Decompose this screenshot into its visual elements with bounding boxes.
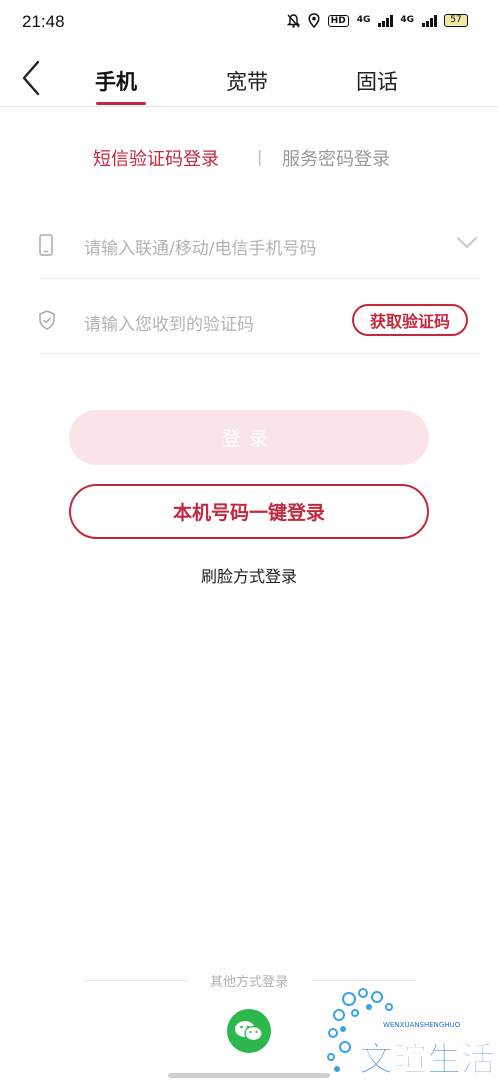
phone-field-underline <box>40 278 480 279</box>
login-button[interactable]: 登录 <box>69 410 429 465</box>
sms-login-option[interactable]: 短信验证码登录 <box>93 145 219 171</box>
watermark-logo: WENXUANSHENGHUO 文暄生活 <box>325 985 496 1081</box>
code-input[interactable]: 请输入您收到的验证码 <box>84 310 254 335</box>
network-label-2: 4G <box>400 15 414 25</box>
back-button[interactable] <box>18 58 48 98</box>
status-bar: 21:48 HD 4G 4G 57 <box>0 0 498 44</box>
nav-divider <box>0 106 498 107</box>
watermark-sub: WENXUANSHENGHUO <box>383 1021 461 1029</box>
hd-badge: HD <box>327 14 349 27</box>
tab-landline[interactable]: 固话 <box>356 66 398 96</box>
one-key-login-button[interactable]: 本机号码一键登录 <box>69 484 429 539</box>
chevron-left-icon <box>22 60 40 96</box>
signal-bars-icon-2 <box>422 14 437 27</box>
phone-icon <box>39 234 53 256</box>
wechat-icon <box>235 1021 263 1042</box>
password-login-option[interactable]: 服务密码登录 <box>282 145 390 171</box>
bubbles-icon: WENXUANSHENGHUO 文暄生活 <box>327 988 496 1081</box>
chevron-down-icon[interactable] <box>456 236 478 250</box>
code-field-underline <box>40 353 480 354</box>
get-code-button[interactable]: 获取验证码 <box>352 304 468 336</box>
signal-bars-icon <box>378 14 393 27</box>
tab-phone[interactable]: 手机 <box>95 66 137 96</box>
watermark-text: 文暄生活 <box>359 1040 495 1077</box>
active-tab-indicator <box>96 102 146 105</box>
home-indicator <box>168 1073 330 1078</box>
network-label-1: 4G <box>356 15 371 25</box>
other-methods-text: 其他方式登录 <box>209 975 288 990</box>
mode-separator: | <box>257 147 263 166</box>
shield-icon <box>39 310 55 330</box>
bell-muted-icon <box>286 13 300 28</box>
battery-icon: 57 <box>444 14 468 27</box>
status-icons: HD 4G 4G 57 <box>286 13 468 28</box>
location-icon <box>308 13 320 28</box>
face-login-link[interactable]: 刷脸方式登录 <box>0 563 498 587</box>
face-login-label[interactable]: 刷脸方式登录 <box>201 567 297 586</box>
wechat-login-button[interactable] <box>227 1009 271 1053</box>
status-time: 21:48 <box>22 12 65 31</box>
phone-input[interactable]: 请输入联通/移动/电信手机号码 <box>84 234 316 259</box>
tab-broadband[interactable]: 宽带 <box>226 66 268 96</box>
